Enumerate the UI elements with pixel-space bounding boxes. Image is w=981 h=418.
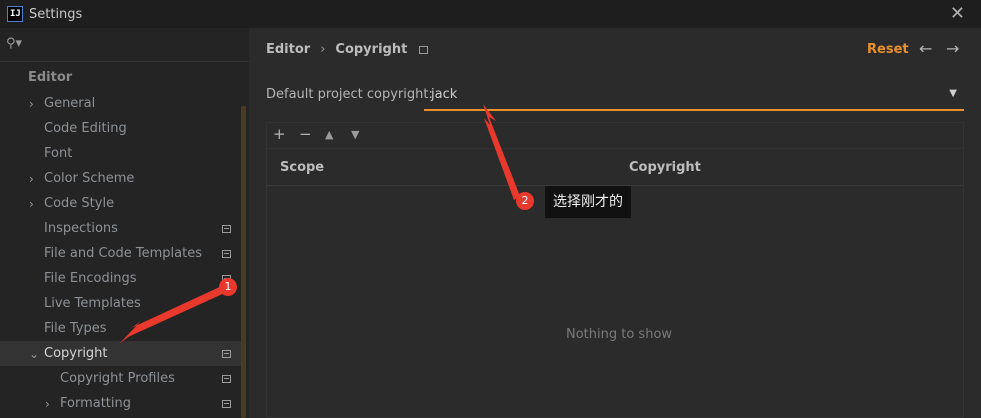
annotation-badge-1: 1 <box>219 278 237 296</box>
annotation-arrow-2 <box>483 104 520 200</box>
annotation-arrow-1 <box>119 285 229 344</box>
annotation-callout: 选择刚才的 <box>545 186 631 218</box>
annotation-badge-2: 2 <box>516 192 534 210</box>
annotation-arrows <box>119 104 520 344</box>
